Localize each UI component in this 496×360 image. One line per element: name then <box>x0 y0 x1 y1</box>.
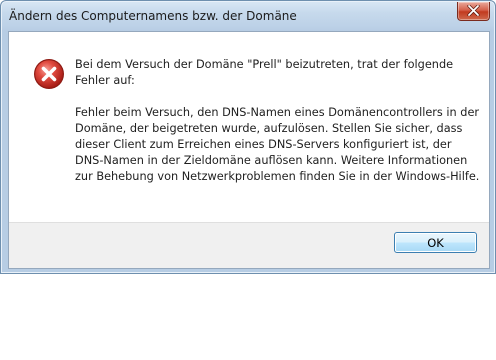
error-icon <box>34 59 64 89</box>
button-bar: OK <box>9 222 489 268</box>
dialog-window: Ändern des Computernamens bzw. der Domän… <box>0 0 496 274</box>
ok-button[interactable]: OK <box>394 232 477 253</box>
window-title: Ändern des Computernamens bzw. der Domän… <box>9 9 297 23</box>
close-button[interactable] <box>457 2 490 21</box>
dialog-client-area: Bei dem Versuch der Domäne "Prell" beizu… <box>8 31 490 269</box>
message-detail: Fehler beim Versuch, den DNS-Namen eines… <box>75 106 480 183</box>
error-message: Bei dem Versuch der Domäne "Prell" beizu… <box>75 57 480 185</box>
close-icon <box>467 5 480 16</box>
message-intro: Bei dem Versuch der Domäne "Prell" beizu… <box>75 58 454 87</box>
title-bar[interactable]: Ändern des Computernamens bzw. der Domän… <box>1 1 495 31</box>
message-area: Bei dem Versuch der Domäne "Prell" beizu… <box>9 32 489 222</box>
